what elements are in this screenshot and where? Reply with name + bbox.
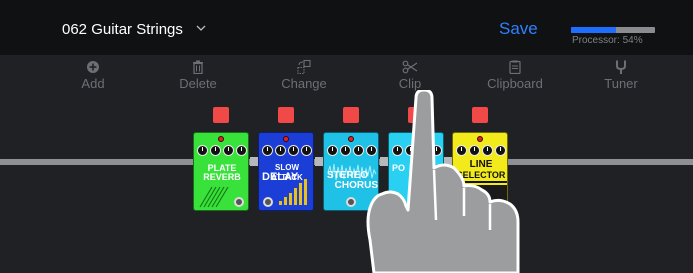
tuning-fork-icon <box>616 60 626 74</box>
clipboard-label: Clipboard <box>487 76 543 91</box>
knob <box>236 145 247 156</box>
pedal-knobs <box>262 145 312 159</box>
change-button[interactable]: Change <box>264 60 344 91</box>
save-button[interactable]: Save <box>499 19 538 39</box>
pedal-led <box>348 136 354 142</box>
top-bar: 062 Guitar Strings Save Processor: 54% <box>0 0 693 55</box>
slot-marker[interactable] <box>343 107 359 123</box>
change-label: Change <box>281 76 327 91</box>
knob <box>197 145 208 156</box>
knob <box>262 145 273 156</box>
slot-marker[interactable] <box>213 107 229 123</box>
knob <box>288 145 299 156</box>
clipboard-icon <box>509 60 521 74</box>
tuner-button[interactable]: Tuner <box>581 60 661 91</box>
processor-label: Processor: 54% <box>572 35 643 46</box>
clipboard-button[interactable]: Clipboard <box>475 60 555 91</box>
slot-marker[interactable] <box>278 107 294 123</box>
add-label: Add <box>81 76 105 91</box>
footswitch[interactable] <box>346 197 356 207</box>
delete-label: Delete <box>179 76 217 91</box>
footswitch[interactable] <box>234 197 244 207</box>
knob <box>301 145 312 156</box>
chevron-down-icon[interactable] <box>195 22 207 34</box>
clip-label: Clip <box>398 76 422 91</box>
edit-toolbar: Add Delete Change Clip Clipboard Tuner <box>0 55 693 100</box>
pedal-led <box>218 136 224 142</box>
pedal-label-line2: REVERB <box>203 172 241 182</box>
delay-graphic <box>279 179 307 205</box>
trash-icon <box>193 60 203 74</box>
delete-button[interactable]: Delete <box>158 60 238 91</box>
add-icon <box>87 61 99 73</box>
knob <box>340 145 351 156</box>
knob <box>275 145 286 156</box>
preset-name[interactable]: 062 Guitar Strings <box>62 21 183 38</box>
plate-graphic <box>199 186 229 208</box>
tuner-label: Tuner <box>604 76 638 91</box>
processor-meter <box>571 27 655 33</box>
scissors-icon <box>402 60 418 74</box>
pedal-knobs <box>197 145 247 159</box>
app-window: 062 Guitar Strings Save Processor: 54% A… <box>0 0 693 273</box>
chain-connector <box>250 157 258 166</box>
chain-connector <box>315 157 323 166</box>
processor-meter-fill <box>571 27 617 33</box>
swap-icon <box>297 60 311 74</box>
add-button[interactable]: Add <box>53 60 133 91</box>
knob <box>210 145 221 156</box>
pedal-plate-reverb[interactable]: PLATE REVERB <box>193 132 249 211</box>
footswitch[interactable] <box>263 197 273 207</box>
hand-pointer-icon <box>366 90 520 273</box>
pedal-led <box>283 136 289 142</box>
knob <box>327 145 338 156</box>
clip-button[interactable]: Clip <box>370 60 450 91</box>
knob <box>223 145 234 156</box>
pedal-slow-attack-delay[interactable]: SLOW ATTACK DELAY <box>258 132 314 211</box>
